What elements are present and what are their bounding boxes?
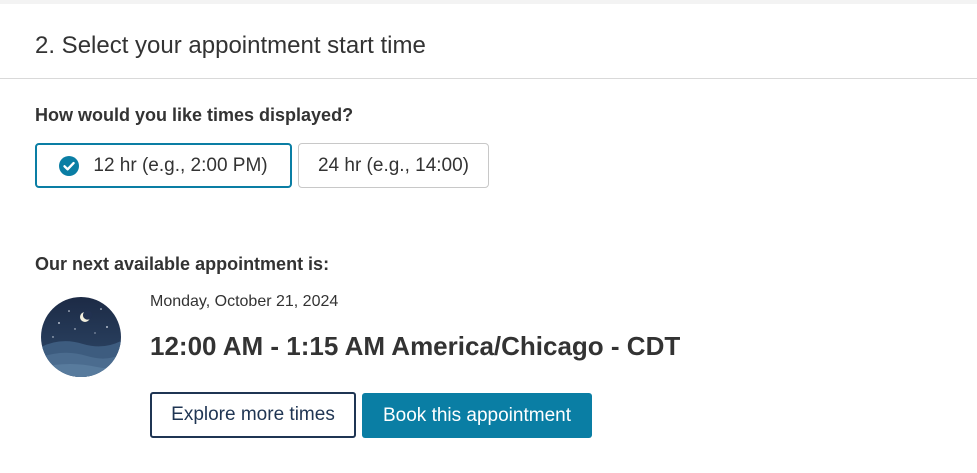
section-header: 2. Select your appointment start time <box>0 4 977 79</box>
check-circle-icon <box>59 155 80 176</box>
book-appointment-button[interactable]: Book this appointment <box>362 393 592 438</box>
explore-more-times-button[interactable]: Explore more times <box>150 392 356 438</box>
time-format-24hr-option[interactable]: 24 hr (e.g., 14:00) <box>298 143 489 188</box>
section-title: 2. Select your appointment start time <box>35 32 426 59</box>
time-format-12hr-label: 12 hr (e.g., 2:00 PM) <box>93 154 268 176</box>
time-format-question: How would you like times displayed? <box>35 105 354 125</box>
appointment-date: Monday, October 21, 2024 <box>150 293 339 310</box>
appointment-time: 12:00 AM - 1:15 AM America/Chicago - CDT <box>150 331 681 361</box>
time-format-24hr-label: 24 hr (e.g., 14:00) <box>317 154 470 176</box>
next-appointment-title: Our next available appointment is: <box>35 254 330 274</box>
night-moon-icon <box>41 297 121 377</box>
time-format-12hr-option[interactable]: 12 hr (e.g., 2:00 PM) <box>35 143 292 188</box>
